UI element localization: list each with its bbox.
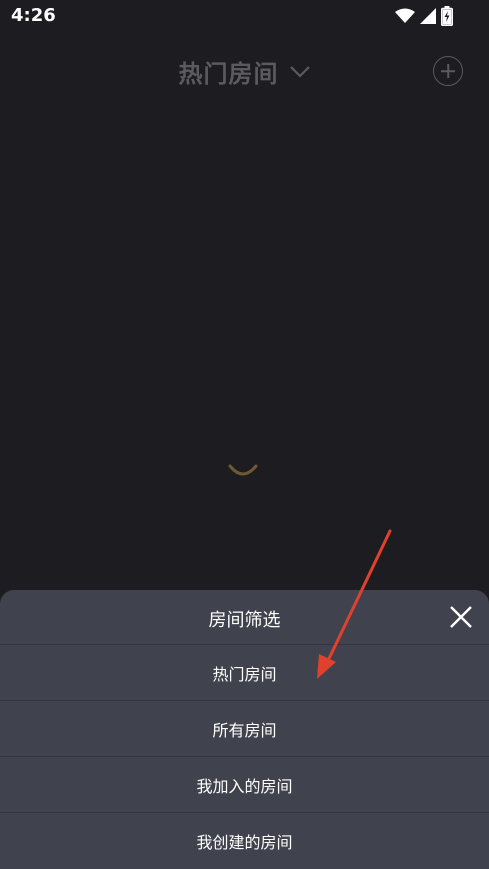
option-hot-rooms[interactable]: 热门房间 [0, 645, 489, 701]
chevron-down-icon [289, 65, 310, 78]
close-icon[interactable] [449, 605, 473, 629]
wifi-icon [395, 8, 415, 23]
add-room-button[interactable] [433, 56, 463, 86]
option-joined-rooms[interactable]: 我加入的房间 [0, 757, 489, 813]
signal-icon [420, 8, 436, 24]
status-icons [395, 6, 453, 26]
page-title: 热门房间 [178, 60, 279, 88]
room-filter-sheet: 房间筛选 热门房间 所有房间 我加入的房间 我创建的房间 [0, 590, 489, 869]
battery-charging-icon [441, 6, 453, 26]
option-created-rooms[interactable]: 我创建的房间 [0, 813, 489, 868]
room-filter-dropdown[interactable]: 热门房间 [0, 54, 489, 89]
option-all-rooms[interactable]: 所有房间 [0, 701, 489, 757]
header: 热门房间 [0, 40, 489, 102]
status-bar: 4:26 [0, 0, 489, 34]
spinner-icon [228, 464, 258, 476]
sheet-title: 房间筛选 [208, 610, 281, 631]
status-time: 4:26 [11, 5, 56, 26]
sheet-header: 房间筛选 [0, 590, 489, 645]
